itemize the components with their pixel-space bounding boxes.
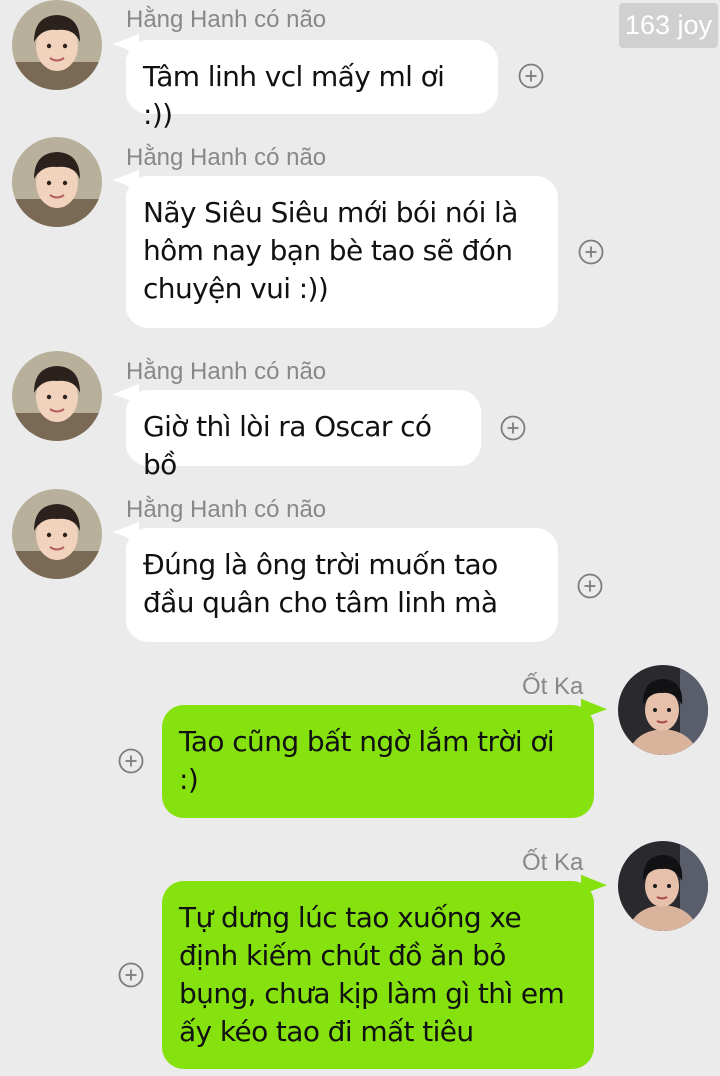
message-bubble[interactable]: Tao cũng bất ngờ lắm trời ơi :) (162, 698, 607, 818)
message-bubble[interactable]: Tự dưng lúc tao xuống xe định kiếm chút … (162, 874, 607, 1069)
bubble-tail (113, 169, 139, 201)
sender-name: Hằng Hanh có não (126, 6, 327, 33)
plus-circle-icon[interactable] (578, 239, 604, 265)
message-text: Tao cũng bất ngờ lắm trời ơi :) (179, 725, 555, 796)
avatar-man-icon[interactable] (618, 665, 708, 755)
sender-name: Ốt Ka (522, 849, 584, 876)
sender-name: Hằng Hanh có não (126, 144, 327, 171)
avatar-boy-icon[interactable] (12, 0, 102, 90)
message-text: Giờ thì lòi ra Oscar có bồ (143, 410, 432, 481)
sender-name: Hằng Hanh có não (126, 358, 327, 385)
watermark: 163 joy (619, 3, 718, 48)
bubble-tail (113, 521, 139, 553)
sender-name: Ốt Ka (522, 673, 584, 700)
message-text: Nãy Siêu Siêu mới bói nói là hôm nay bạn… (143, 196, 518, 305)
bubble-tail (581, 874, 607, 906)
avatar-boy-icon[interactable] (12, 489, 102, 579)
sender-name: Hằng Hanh có não (126, 496, 327, 523)
plus-circle-icon[interactable] (118, 962, 144, 988)
avatar-man-icon[interactable] (618, 841, 708, 931)
bubble-tail (581, 698, 607, 730)
bubble-tail (113, 383, 139, 415)
avatar-boy-icon[interactable] (12, 137, 102, 227)
message-bubble[interactable]: Giờ thì lòi ra Oscar có bồ (113, 383, 481, 481)
avatar-boy-icon[interactable] (12, 351, 102, 441)
message-bubble[interactable]: Đúng là ông trời muốn tao đầu quân cho t… (113, 521, 558, 642)
message-text: Tâm linh vcl mấy ml ơi :)) (143, 60, 445, 131)
plus-circle-icon[interactable] (577, 573, 603, 599)
message-text: Đúng là ông trời muốn tao đầu quân cho t… (143, 548, 498, 619)
plus-circle-icon[interactable] (500, 415, 526, 441)
message-bubble[interactable]: Nãy Siêu Siêu mới bói nói là hôm nay bạn… (113, 169, 558, 328)
message-text: Tự dưng lúc tao xuống xe định kiếm chút … (179, 901, 565, 1048)
message-bubble[interactable]: Tâm linh vcl mấy ml ơi :)) (113, 33, 498, 131)
plus-circle-icon[interactable] (518, 63, 544, 89)
bubble-tail (113, 33, 139, 65)
plus-circle-icon[interactable] (118, 748, 144, 774)
